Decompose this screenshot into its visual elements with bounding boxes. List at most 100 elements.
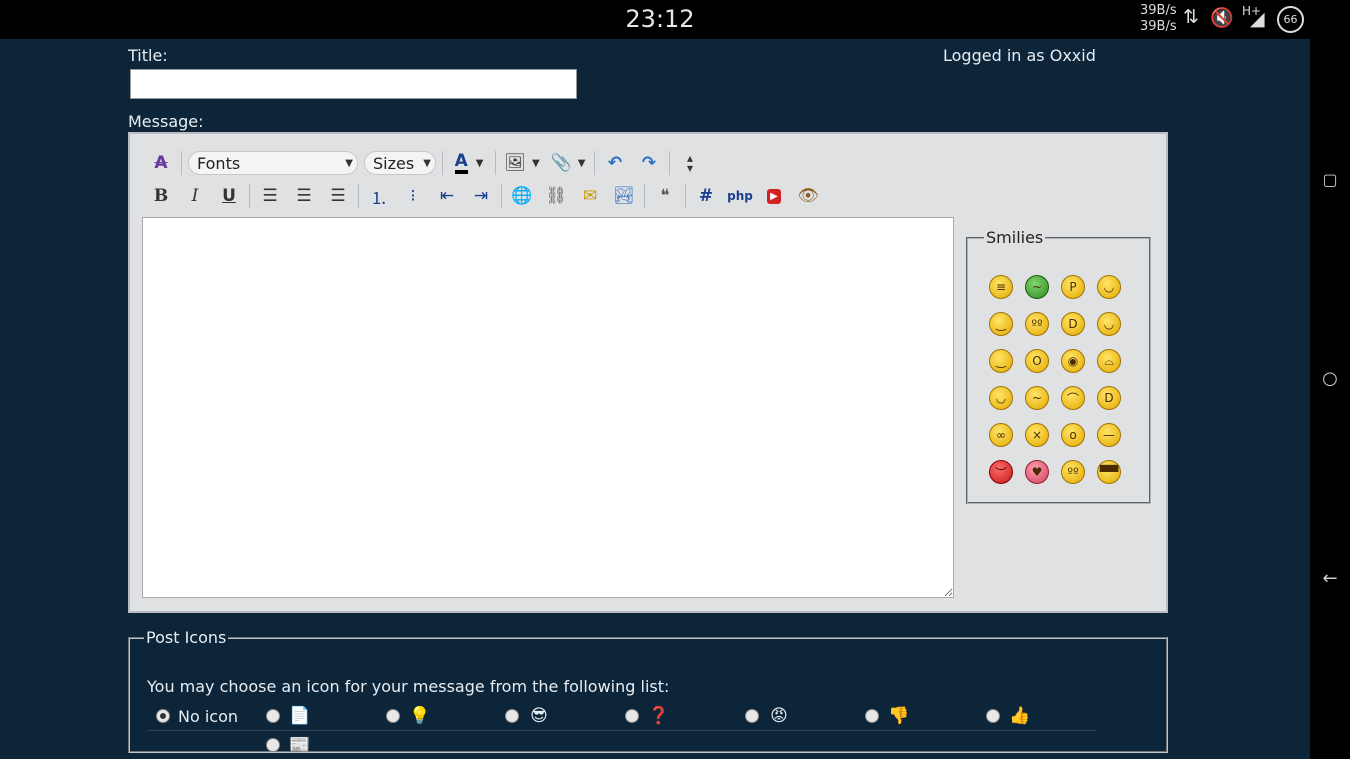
smiley-cell[interactable]: ◉ — [1054, 341, 1090, 378]
worried-smiley-icon[interactable]: ⌒ — [1061, 386, 1085, 410]
post-icon-option-none[interactable]: No icon — [156, 702, 238, 730]
attachment-button[interactable]: 📎 ▼ — [545, 148, 591, 178]
smiley-cell[interactable]: D — [1054, 304, 1090, 341]
smiley-cell[interactable]: ∞ — [982, 415, 1018, 452]
smiley-cell[interactable]: ︶ — [982, 452, 1018, 489]
smiley-cell[interactable]: ‿ — [982, 341, 1018, 378]
post-icon-option[interactable]: 👍 — [986, 702, 1032, 730]
dead-smiley-icon[interactable]: × — [1025, 423, 1049, 447]
smiley-cell[interactable]: o — [1054, 415, 1090, 452]
cry-smiley-icon[interactable]: ⌓ — [1097, 349, 1121, 373]
home-icon[interactable]: ○ — [1310, 368, 1350, 389]
youtube-icon[interactable]: ▶ — [757, 181, 791, 211]
ordered-list-icon[interactable]: ⒈ — [362, 181, 396, 211]
smiley-cell[interactable]: ‿ — [982, 304, 1018, 341]
post-icon-option[interactable]: 📰 — [266, 731, 312, 759]
unlink-icon[interactable]: ⛓ — [539, 181, 573, 211]
post-icon-radio[interactable] — [986, 709, 1000, 723]
laugh-smiley-icon[interactable]: D — [1061, 312, 1085, 336]
cool-smiley-icon[interactable]: ▀▀ — [1097, 460, 1121, 484]
post-icon-option[interactable]: 💡 — [386, 702, 432, 730]
message-textarea[interactable] — [142, 217, 954, 598]
sizes-select[interactable]: Sizes ▼ — [364, 151, 436, 175]
idea-smiley-icon[interactable]: ◡ — [1097, 275, 1121, 299]
smiley-cell[interactable]: ~ — [1018, 378, 1054, 415]
underline-button[interactable]: U — [212, 181, 246, 211]
neutral-smiley-icon[interactable]: — — [1097, 423, 1121, 447]
smiley-cell[interactable]: D — [1090, 378, 1126, 415]
unordered-list-icon[interactable]: ⁝ — [396, 181, 430, 211]
post-icon-option[interactable]: 😎 — [505, 702, 551, 730]
redo-icon[interactable]: ↷ — [632, 148, 666, 178]
smiley-cell[interactable]: ºº — [1054, 452, 1090, 489]
shocked-smiley-icon[interactable]: O — [1025, 349, 1049, 373]
post-icon-radio[interactable] — [266, 709, 280, 723]
fonts-select[interactable]: Fonts ▼ — [188, 151, 358, 175]
big-grin-eyes-smiley-icon[interactable]: ◉ — [1061, 349, 1085, 373]
smiley-cell[interactable]: ⌒ — [1054, 378, 1090, 415]
smiley-cell[interactable]: ~ — [1018, 267, 1054, 304]
bold-button[interactable]: B — [144, 181, 178, 211]
rolleyes-smiley-icon[interactable]: ºº — [1025, 312, 1049, 336]
resize-editor-icon[interactable]: ▴ ▾ — [673, 148, 707, 178]
post-icon-radio[interactable] — [865, 709, 879, 723]
content-smiley-icon[interactable]: ◡ — [1097, 312, 1121, 336]
post-icon-radio[interactable] — [505, 709, 519, 723]
remove-format-icon[interactable]: A — [144, 148, 178, 178]
outdent-icon[interactable]: ⇤ — [430, 181, 464, 211]
sick-smiley-icon[interactable]: ~ — [1025, 275, 1049, 299]
preview-eye-icon[interactable]: 👁 — [791, 181, 825, 211]
smirk-smiley-icon[interactable]: ‿ — [989, 312, 1013, 336]
insert-image-button[interactable]: 🖼 ▼ — [499, 148, 545, 178]
smiley-cell[interactable]: ◡ — [982, 378, 1018, 415]
post-icon-radio[interactable] — [745, 709, 759, 723]
back-icon[interactable]: ← — [1310, 568, 1350, 589]
grimace-smiley-icon[interactable]: ≡ — [989, 275, 1013, 299]
post-icon-option[interactable]: ❓ — [625, 702, 671, 730]
insert-image-icon[interactable]: 🏞 — [607, 181, 641, 211]
tongue-smiley-icon[interactable]: P — [1061, 275, 1085, 299]
title-input[interactable] — [130, 69, 577, 99]
quote-icon[interactable]: ❝ — [648, 181, 682, 211]
post-icon-radio[interactable] — [625, 709, 639, 723]
mad-smiley-icon[interactable]: ︶ — [989, 460, 1013, 484]
username-link[interactable]: Oxxid — [1050, 46, 1096, 65]
goofy-smiley-icon[interactable]: ºº — [1061, 460, 1085, 484]
blush-smiley-icon[interactable]: o — [1061, 423, 1085, 447]
code-hash-icon[interactable]: # — [689, 181, 723, 211]
insert-email-icon[interactable]: ✉ — [573, 181, 607, 211]
italic-button[interactable]: I — [178, 181, 212, 211]
smiley-cell[interactable]: × — [1018, 415, 1054, 452]
smiley-cell[interactable]: ▀▀ — [1090, 452, 1126, 489]
post-icon-option[interactable]: 📄 — [266, 702, 312, 730]
love-smiley-icon[interactable]: ♥ — [1025, 460, 1049, 484]
biggrin-smiley-icon[interactable]: D — [1097, 386, 1121, 410]
smiley-cell[interactable]: ≡ — [982, 267, 1018, 304]
smiley-cell[interactable]: ⌓ — [1090, 341, 1126, 378]
font-color-button[interactable]: A ▼ — [446, 148, 492, 178]
smiley-cell[interactable]: ♥ — [1018, 452, 1054, 489]
undo-icon[interactable]: ↶ — [598, 148, 632, 178]
confused-smiley-icon[interactable]: ~ — [1025, 386, 1049, 410]
smiley-cell[interactable]: ºº — [1018, 304, 1054, 341]
smiley-cell[interactable]: — — [1090, 415, 1126, 452]
wink-smiley-icon[interactable]: ‿ — [989, 349, 1013, 373]
insert-link-icon[interactable]: 🌐 — [505, 181, 539, 211]
smiley-cell[interactable]: ◡ — [1090, 304, 1126, 341]
nerd-smiley-icon[interactable]: ∞ — [989, 423, 1013, 447]
post-icon-radio[interactable] — [386, 709, 400, 723]
smiley-cell[interactable]: P — [1054, 267, 1090, 304]
post-icon-option[interactable]: 😡 — [745, 702, 791, 730]
align-center-icon[interactable]: ☰ — [287, 181, 321, 211]
recents-icon[interactable]: ▢ — [1310, 170, 1350, 189]
post-icon-radio[interactable] — [266, 738, 280, 752]
smiley-cell[interactable]: ◡ — [1090, 267, 1126, 304]
post-icon-radio-none[interactable] — [156, 709, 170, 723]
smile-smiley-icon[interactable]: ◡ — [989, 386, 1013, 410]
indent-icon[interactable]: ⇥ — [464, 181, 498, 211]
align-right-icon[interactable]: ☰ — [321, 181, 355, 211]
php-code-icon[interactable]: php — [723, 181, 757, 211]
smiley-cell[interactable]: O — [1018, 341, 1054, 378]
post-icon-option[interactable]: 👎 — [865, 702, 911, 730]
align-left-icon[interactable]: ☰ — [253, 181, 287, 211]
